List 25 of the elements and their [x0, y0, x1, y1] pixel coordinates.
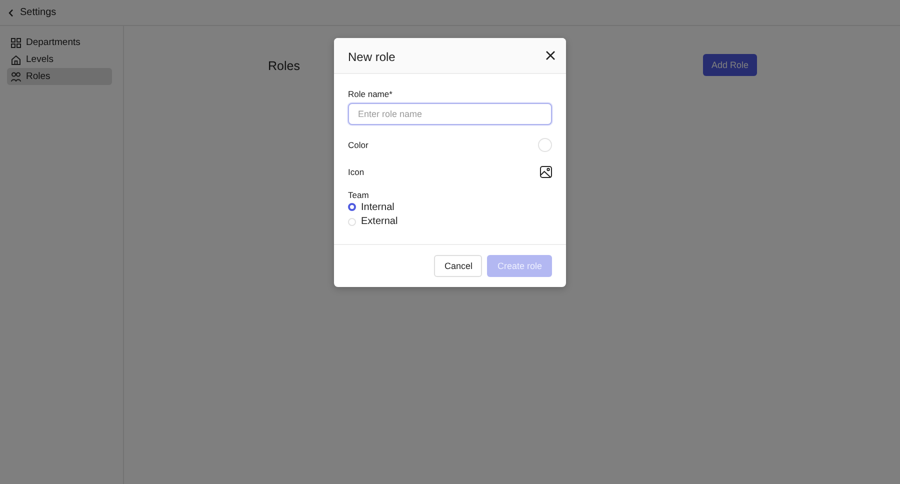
sidebar-item[interactable]: Departments [7, 34, 112, 51]
radio-option[interactable]: External [348, 214, 552, 229]
cancel-button[interactable]: Cancel [434, 255, 482, 277]
role-name-field[interactable]: Enter role name [348, 103, 552, 125]
icon-picker[interactable] [540, 166, 552, 178]
field-label: Color [348, 140, 368, 150]
field-label: Team [348, 190, 370, 200]
radio-button[interactable] [348, 203, 356, 212]
image-icon [540, 166, 552, 178]
house-icon [11, 54, 21, 64]
close-button[interactable] [546, 51, 555, 60]
add-role-button[interactable]: Add Role [703, 54, 757, 76]
radio-option[interactable]: Internal [348, 200, 552, 214]
back-button[interactable]: Settings [8, 7, 56, 18]
people-icon [11, 72, 21, 82]
field-label: Icon [348, 166, 364, 176]
chevron-left-icon [8, 8, 14, 16]
field-label: Role name* [348, 89, 394, 99]
close-icon [546, 51, 555, 60]
grid-icon [11, 38, 21, 48]
page-title: Roles [268, 59, 300, 73]
sidebar-item[interactable]: Roles [7, 68, 112, 85]
dialog-title: New role [348, 50, 396, 64]
sidebar-item[interactable]: Levels [7, 51, 112, 68]
color-picker[interactable] [538, 138, 552, 152]
